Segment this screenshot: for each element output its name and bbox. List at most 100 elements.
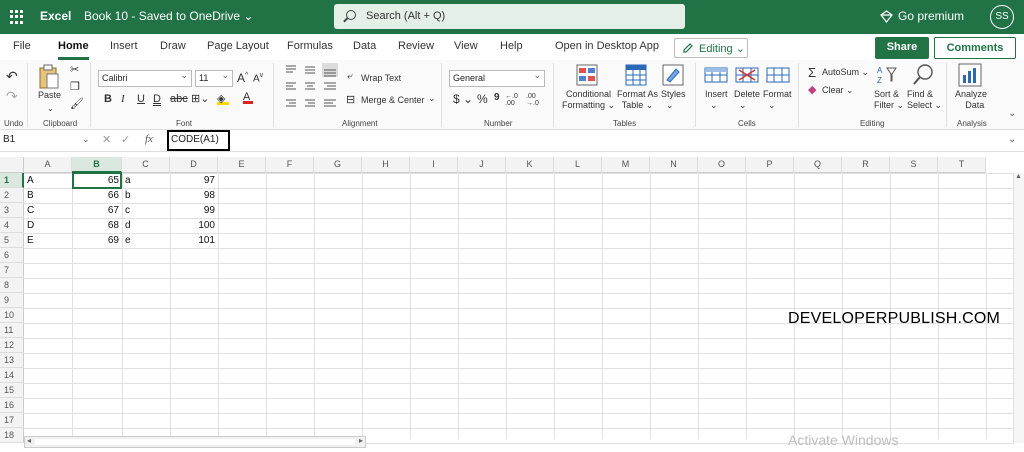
merge-dropdown-icon[interactable]: ⌄ xyxy=(428,93,436,104)
indent-icons[interactable] xyxy=(283,97,341,111)
paste-icon[interactable] xyxy=(38,64,60,90)
column-header-t[interactable]: T xyxy=(938,157,986,173)
autosum-icon[interactable]: Σ xyxy=(808,65,816,80)
tab-formulas[interactable]: Formulas xyxy=(287,40,333,52)
column-header-l[interactable]: L xyxy=(554,157,602,173)
cell-c5[interactable]: e xyxy=(122,233,170,248)
cell-b3[interactable]: 67 xyxy=(72,203,122,218)
cell-c4[interactable]: d xyxy=(122,218,170,233)
find-select-button[interactable]: Find & Select ⌄ xyxy=(907,89,942,111)
increase-font-icon[interactable]: A^ xyxy=(237,71,248,85)
name-box-dropdown-icon[interactable]: ⌄ xyxy=(82,134,90,145)
currency-icon[interactable]: $ ⌄ xyxy=(453,92,473,106)
editing-mode-button[interactable]: Editing ⌄ xyxy=(674,38,748,58)
wrap-text-icon[interactable]: ⤶ xyxy=(347,71,353,82)
row-header-10[interactable]: 10 xyxy=(0,308,24,323)
row-header-8[interactable]: 8 xyxy=(0,278,24,293)
column-header-o[interactable]: O xyxy=(698,157,746,173)
document-title[interactable]: Book 10 - Saved to OneDrive ⌄ xyxy=(84,9,253,23)
row-header-3[interactable]: 3 xyxy=(0,203,24,218)
column-header-p[interactable]: P xyxy=(746,157,794,173)
tab-page-layout[interactable]: Page Layout xyxy=(207,40,269,52)
column-header-s[interactable]: S xyxy=(890,157,938,173)
cell-c2[interactable]: b xyxy=(122,188,170,203)
increase-decimal-icon[interactable]: ←.0.00 xyxy=(505,93,518,107)
styles-icon[interactable] xyxy=(662,64,684,86)
double-underline-icon[interactable]: D xyxy=(153,93,161,105)
scroll-left-icon[interactable]: ◂ xyxy=(27,436,31,445)
expand-formula-icon[interactable]: ⌄ xyxy=(1008,134,1016,145)
sort-filter-icon[interactable]: A Z xyxy=(877,64,899,86)
column-header-f[interactable]: F xyxy=(266,157,314,173)
decrease-font-icon[interactable]: Av xyxy=(253,72,263,84)
horizontal-align-icons[interactable] xyxy=(283,80,341,94)
cell-d3[interactable]: 99 xyxy=(170,203,218,218)
font-name-select[interactable]: Calibri xyxy=(98,70,192,87)
row-header-5[interactable]: 5 xyxy=(0,233,24,248)
app-name[interactable]: Excel xyxy=(40,9,71,23)
comments-button[interactable]: Comments xyxy=(934,37,1016,59)
column-header-n[interactable]: N xyxy=(650,157,698,173)
open-desktop-app-link[interactable]: Open in Desktop App xyxy=(555,40,659,52)
column-header-b[interactable]: B xyxy=(72,157,122,173)
bold-icon[interactable]: B xyxy=(104,93,112,105)
insert-cells-icon[interactable] xyxy=(704,64,728,86)
name-box[interactable]: B1 ⌄ xyxy=(0,132,92,150)
copy-icon[interactable]: ❐ xyxy=(70,80,80,93)
cut-icon[interactable]: ✂ xyxy=(70,63,79,76)
font-color-icon[interactable]: A xyxy=(243,91,253,104)
row-header-11[interactable]: 11 xyxy=(0,323,24,338)
redo-icon[interactable]: ↷ xyxy=(6,88,18,105)
undo-icon[interactable]: ↶ xyxy=(6,68,18,85)
row-header-15[interactable]: 15 xyxy=(0,383,24,398)
horizontal-scrollbar[interactable]: ◂ ▸ xyxy=(24,436,366,448)
column-header-d[interactable]: D xyxy=(170,157,218,173)
vertical-scrollbar[interactable]: ▲ xyxy=(1013,173,1024,443)
format-as-table-icon[interactable] xyxy=(625,64,647,86)
cell-c3[interactable]: c xyxy=(122,203,170,218)
row-header-14[interactable]: 14 xyxy=(0,368,24,383)
tab-draw[interactable]: Draw xyxy=(160,40,186,52)
column-header-i[interactable]: I xyxy=(410,157,458,173)
format-painter-icon[interactable]: 🖌 xyxy=(70,97,84,110)
column-header-e[interactable]: E xyxy=(218,157,266,173)
fx-icon[interactable]: fx xyxy=(145,133,153,145)
paste-label[interactable]: Paste xyxy=(38,90,61,100)
cell-b4[interactable]: 68 xyxy=(72,218,122,233)
go-premium-link[interactable]: Go premium xyxy=(898,9,964,23)
format-as-table-button[interactable]: Format As Table ⌄ xyxy=(617,89,658,111)
comma-style-icon[interactable]: 9 xyxy=(494,92,500,103)
formula-input[interactable]: CODE(A1) xyxy=(167,130,230,151)
column-header-h[interactable]: H xyxy=(362,157,410,173)
column-header-m[interactable]: M xyxy=(602,157,650,173)
row-header-17[interactable]: 17 xyxy=(0,413,24,428)
cell-a4[interactable]: D xyxy=(24,218,72,233)
row-header-1[interactable]: 1 xyxy=(0,173,24,188)
row-header-16[interactable]: 16 xyxy=(0,398,24,413)
merge-center-button[interactable]: Merge & Center xyxy=(361,95,425,105)
column-header-r[interactable]: R xyxy=(842,157,890,173)
number-format-select[interactable]: General xyxy=(449,70,545,87)
cell-a2[interactable]: B xyxy=(24,188,72,203)
delete-cells-icon[interactable] xyxy=(735,64,759,86)
sort-filter-button[interactable]: Sort & Filter ⌄ xyxy=(874,89,904,111)
tab-review[interactable]: Review xyxy=(398,40,434,52)
app-launcher-icon[interactable] xyxy=(10,10,24,24)
percent-icon[interactable]: % xyxy=(477,92,488,106)
cell-a3[interactable]: C xyxy=(24,203,72,218)
tab-help[interactable]: Help xyxy=(500,40,523,52)
font-size-select[interactable]: 11 xyxy=(195,70,233,87)
cell-b2[interactable]: 66 xyxy=(72,188,122,203)
tab-file[interactable]: File xyxy=(13,40,31,52)
format-cells-button[interactable]: Format ⌄ xyxy=(763,89,792,111)
styles-button[interactable]: Styles ⌄ xyxy=(661,89,686,111)
fill-color-icon[interactable]: ◈ xyxy=(217,92,229,105)
column-header-g[interactable]: G xyxy=(314,157,362,173)
clear-button[interactable]: Clear ⌄ xyxy=(822,85,854,96)
column-header-k[interactable]: K xyxy=(506,157,554,173)
column-header-q[interactable]: Q xyxy=(794,157,842,173)
row-header-2[interactable]: 2 xyxy=(0,188,24,203)
cancel-icon[interactable]: ✕ xyxy=(102,133,111,146)
scroll-right-icon[interactable]: ▸ xyxy=(359,436,363,445)
scroll-up-icon[interactable]: ▲ xyxy=(1015,173,1022,180)
